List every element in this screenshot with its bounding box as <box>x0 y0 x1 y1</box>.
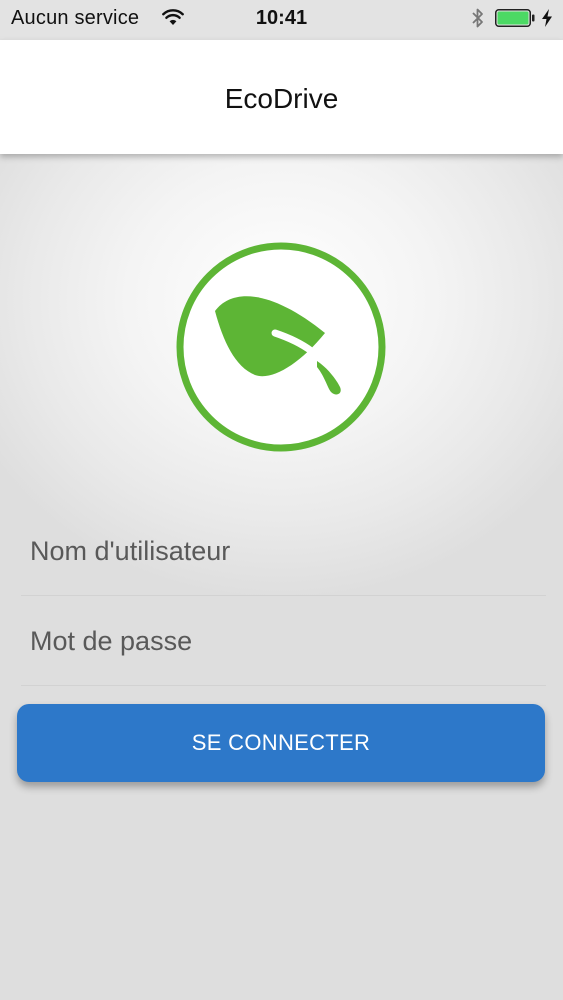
status-bar: Aucun service 10:41 <box>0 0 563 40</box>
leaf-icon <box>176 242 386 452</box>
bluetooth-icon <box>472 8 483 28</box>
password-input[interactable] <box>21 596 546 686</box>
password-divider <box>21 685 546 686</box>
charging-bolt-icon <box>542 9 552 27</box>
login-button[interactable]: SE CONNECTER <box>17 704 545 782</box>
battery-fill <box>497 11 529 25</box>
nav-bar: EcoDrive <box>0 40 563 154</box>
username-input[interactable] <box>21 506 546 596</box>
battery-icon <box>495 9 535 27</box>
page-title: EcoDrive <box>224 83 339 114</box>
